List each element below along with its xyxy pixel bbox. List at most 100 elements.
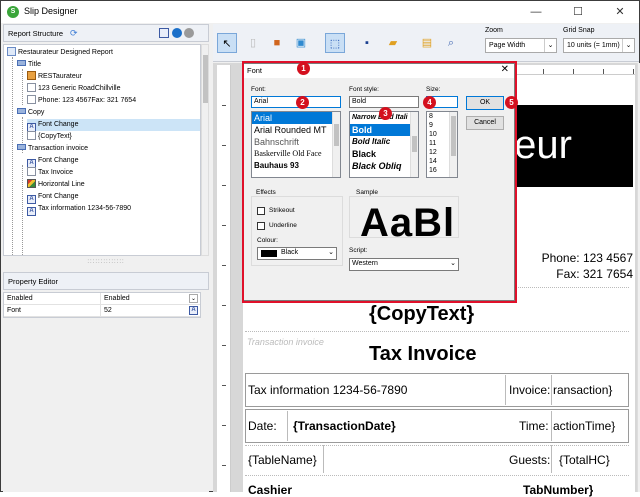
tree-item-address[interactable]: 123 Generic RoadChillville — [27, 83, 121, 95]
tree-item-logo[interactable]: RESTaurateur — [27, 71, 82, 83]
band-icon — [17, 60, 26, 66]
cell-divider — [505, 375, 506, 405]
tree-item-label: Font Change — [38, 193, 79, 200]
ruler-tick — [222, 105, 226, 106]
tree-item-font-change[interactable]: A Font Change — [27, 155, 78, 168]
text-icon — [27, 83, 36, 92]
report-icon — [7, 47, 16, 56]
band-icon — [17, 108, 26, 114]
add-font-icon[interactable] — [159, 28, 169, 38]
image-icon[interactable]: ▣ — [291, 33, 311, 53]
tree-scroll-thumb[interactable] — [203, 55, 208, 103]
tab-number-field[interactable]: TabNumber} — [523, 483, 593, 497]
font-picker-icon[interactable]: A — [189, 306, 198, 315]
step-badge-5: 5 — [505, 96, 518, 109]
property-value[interactable]: Enabled — [104, 293, 130, 305]
zoom-select[interactable]: Page Width ⌄ — [485, 38, 557, 53]
tree-guide-line — [22, 165, 23, 255]
tree-item-label: Tax Invoice — [38, 169, 74, 176]
title-bar: S Slip Designer — ☐ ✕ — [1, 1, 639, 23]
preview-icon[interactable]: ⌕ — [441, 33, 461, 53]
column-divider — [100, 293, 101, 305]
band-divider — [245, 331, 629, 332]
ruler-tick — [222, 425, 226, 426]
table-name-field[interactable]: {TableName} — [248, 453, 317, 467]
ruler-tick — [222, 385, 226, 386]
date-value[interactable]: {TransactionDate} — [293, 419, 396, 433]
chevron-down-icon[interactable]: ⌄ — [189, 294, 198, 303]
invoice-label[interactable]: Invoice: — [509, 383, 551, 397]
tree-item-label: Title — [28, 61, 41, 68]
phone-text[interactable]: Phone: 123 4567 — [542, 251, 633, 265]
page-icon[interactable]: ▯ — [243, 33, 263, 53]
close-button[interactable]: ✕ — [605, 4, 635, 20]
cell-divider — [323, 445, 324, 473]
move-up-icon[interactable] — [184, 28, 194, 38]
tax-invoice-title[interactable]: Tax Invoice — [369, 343, 476, 366]
grid-snap-select[interactable]: 10 units (= 1mm) ⌄ — [563, 38, 635, 53]
property-editor-header: Property Editor — [3, 272, 209, 290]
vertical-ruler — [217, 65, 231, 492]
move-down-icon[interactable] — [172, 28, 182, 38]
fax-text[interactable]: Fax: 321 7654 — [556, 267, 633, 281]
cashier-label[interactable]: Cashier — [248, 483, 292, 497]
tree-item-label: Horizontal Line — [38, 181, 85, 188]
property-row-enabled[interactable]: Enabled Enabled ⌄ — [4, 293, 200, 305]
tree-item-horizontal-line[interactable]: Horizontal Line — [27, 179, 85, 191]
tree-item-tax-invoice[interactable]: Tax Invoice — [27, 167, 73, 179]
invoice-value[interactable]: ransaction} — [553, 383, 629, 397]
tree-item-copytext[interactable]: {CopyText} — [27, 131, 72, 143]
time-label[interactable]: Time: — [519, 419, 549, 433]
guests-label[interactable]: Guests: — [509, 453, 550, 467]
line-icon — [27, 179, 36, 188]
guests-value[interactable]: {TotalHC} — [559, 453, 610, 467]
zoom-value: Page Width — [489, 42, 526, 49]
property-row-font[interactable]: Font 52 A — [4, 305, 200, 317]
select-band-icon[interactable]: ⬚ — [325, 33, 345, 53]
tree-item-font-change-selected[interactable]: A Font Change — [27, 119, 200, 132]
grid-snap-value: 10 units (= 1mm) — [567, 42, 620, 49]
time-value[interactable]: actionTime} — [553, 419, 629, 433]
tree-item-label: RESTaurateur — [38, 73, 82, 80]
logo-image[interactable]: teur — [497, 105, 633, 187]
tree-item-transaction-band[interactable]: Transaction invoice — [17, 143, 88, 155]
export-icon[interactable]: ▤ — [417, 33, 437, 53]
refresh-icon[interactable]: ⟳ — [70, 27, 82, 39]
zoom-label: Zoom — [485, 27, 503, 34]
copytext-field[interactable]: {CopyText} — [369, 303, 474, 326]
app-logo-icon: S — [7, 6, 19, 18]
tutorial-highlight-frame — [242, 61, 517, 303]
tree-item-tax-info[interactable]: A Tax information 1234-56-7890 — [27, 203, 131, 216]
property-name: Enabled — [7, 295, 33, 302]
property-value[interactable]: 52 — [104, 305, 112, 317]
tree-item-phone[interactable]: Phone: 123 4567Fax: 321 7654 — [27, 95, 136, 107]
chevron-down-icon[interactable]: ⌄ — [622, 39, 634, 52]
tree-scrollbar[interactable] — [201, 44, 209, 256]
open-folder-icon[interactable]: ▰ — [383, 33, 403, 53]
step-badge-2: 2 — [296, 96, 309, 109]
band-caption: Transaction invoice — [247, 337, 324, 347]
pointer-tool-icon[interactable]: ↖ — [217, 33, 237, 53]
minimize-button[interactable]: — — [521, 4, 551, 20]
maximize-button[interactable]: ☐ — [563, 4, 593, 20]
text-icon — [27, 167, 36, 176]
designer-toolbar: ↖ ▯ ■ ▣ ⬚ ▪ ▰ ▤ ⌕ Zoom Page Width ⌄ Grid… — [213, 24, 639, 62]
save-icon[interactable]: ▪ — [357, 33, 377, 53]
left-panel: Report Structure ⟳ Restaurateur Designed… — [3, 24, 209, 492]
property-editor-title: Property Editor — [8, 277, 59, 286]
band-icon — [17, 144, 26, 150]
chevron-down-icon[interactable]: ⌄ — [544, 39, 556, 52]
panel-splitter[interactable]: :::::::::::::: — [3, 258, 209, 268]
ruler-tick — [222, 305, 226, 306]
band-divider — [245, 475, 629, 476]
property-grid: Enabled Enabled ⌄ Font 52 A — [3, 292, 201, 318]
tree-item-font-change[interactable]: A Font Change — [27, 191, 79, 204]
ruler-tick — [222, 345, 226, 346]
date-label[interactable]: Date: — [248, 419, 277, 433]
tree-item-title-band[interactable]: Title — [17, 59, 41, 71]
tree-item-report[interactable]: Restaurateur Designed Report — [7, 47, 113, 59]
tax-info-text[interactable]: Tax information 1234-56-7890 — [248, 383, 407, 397]
insert-picture-icon[interactable]: ■ — [267, 33, 287, 53]
tree-item-copy-band[interactable]: Copy — [17, 107, 44, 119]
report-structure-header: Report Structure ⟳ — [3, 24, 209, 42]
